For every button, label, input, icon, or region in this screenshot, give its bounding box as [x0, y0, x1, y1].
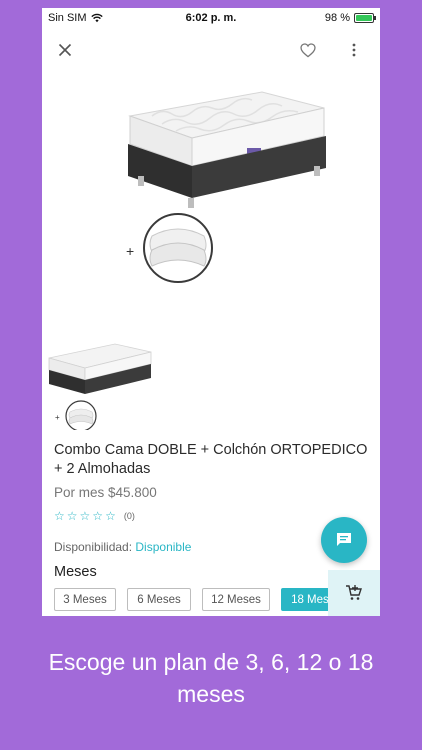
plan-options: 3 Meses 6 Meses 12 Meses 18 Meses: [54, 588, 351, 611]
star-icon: ☆: [54, 509, 65, 523]
availability-value: Disponible: [135, 540, 192, 554]
availability: Disponibilidad: Disponible: [54, 540, 191, 554]
battery-icon: [354, 13, 376, 23]
product-thumbnail[interactable]: +: [45, 338, 155, 430]
availability-label: Disponibilidad:: [54, 540, 133, 554]
plan-option-6-months[interactable]: 6 Meses: [127, 588, 191, 611]
product-main-image: +: [126, 91, 326, 283]
star-icon: ☆: [66, 509, 78, 523]
caption-line-2: meses: [177, 681, 245, 707]
close-icon: [58, 43, 72, 57]
plan-option-12-months[interactable]: 12 Meses: [202, 588, 270, 611]
plus-sign: +: [126, 243, 134, 259]
chat-icon: [337, 533, 351, 546]
star-icon: ☆: [92, 509, 104, 523]
app-screen: Sin SIM 6:02 p. m. 98 % + + Combo Cama D…: [42, 8, 380, 616]
thumbnail-plus-sign: +: [55, 413, 60, 422]
months-heading: Meses: [54, 564, 97, 580]
caption-line-1: Escoge un plan de 3, 6, 12 o 18: [48, 649, 374, 675]
more-options-button[interactable]: [342, 38, 366, 62]
heart-icon: [300, 42, 316, 57]
product-title: Combo Cama DOBLE + Colchón ORTOPEDICO + …: [54, 442, 368, 477]
promo-caption: Escoge un plan de 3, 6, 12 o 18 meses: [0, 646, 422, 710]
close-button[interactable]: [53, 38, 77, 62]
more-vertical-icon: [352, 43, 356, 57]
star-icon: ☆: [105, 509, 116, 523]
status-right: 98 %: [324, 12, 376, 24]
status-bar: Sin SIM 6:02 p. m. 98 %: [42, 8, 380, 28]
star-icon: ☆: [79, 509, 91, 523]
product-price: Por mes $45.800: [54, 485, 157, 500]
chat-button[interactable]: [321, 517, 367, 563]
battery-fill: [356, 15, 372, 21]
add-cart-icon: [346, 585, 362, 600]
battery-percent: 98 %: [324, 12, 350, 24]
add-to-cart-button[interactable]: [328, 570, 380, 616]
product-rating[interactable]: ☆ ☆ ☆ ☆ ☆ (0): [54, 510, 135, 522]
rating-count: (0): [123, 511, 135, 521]
favorite-button[interactable]: [296, 38, 320, 62]
plan-option-3-months[interactable]: 3 Meses: [54, 588, 116, 611]
